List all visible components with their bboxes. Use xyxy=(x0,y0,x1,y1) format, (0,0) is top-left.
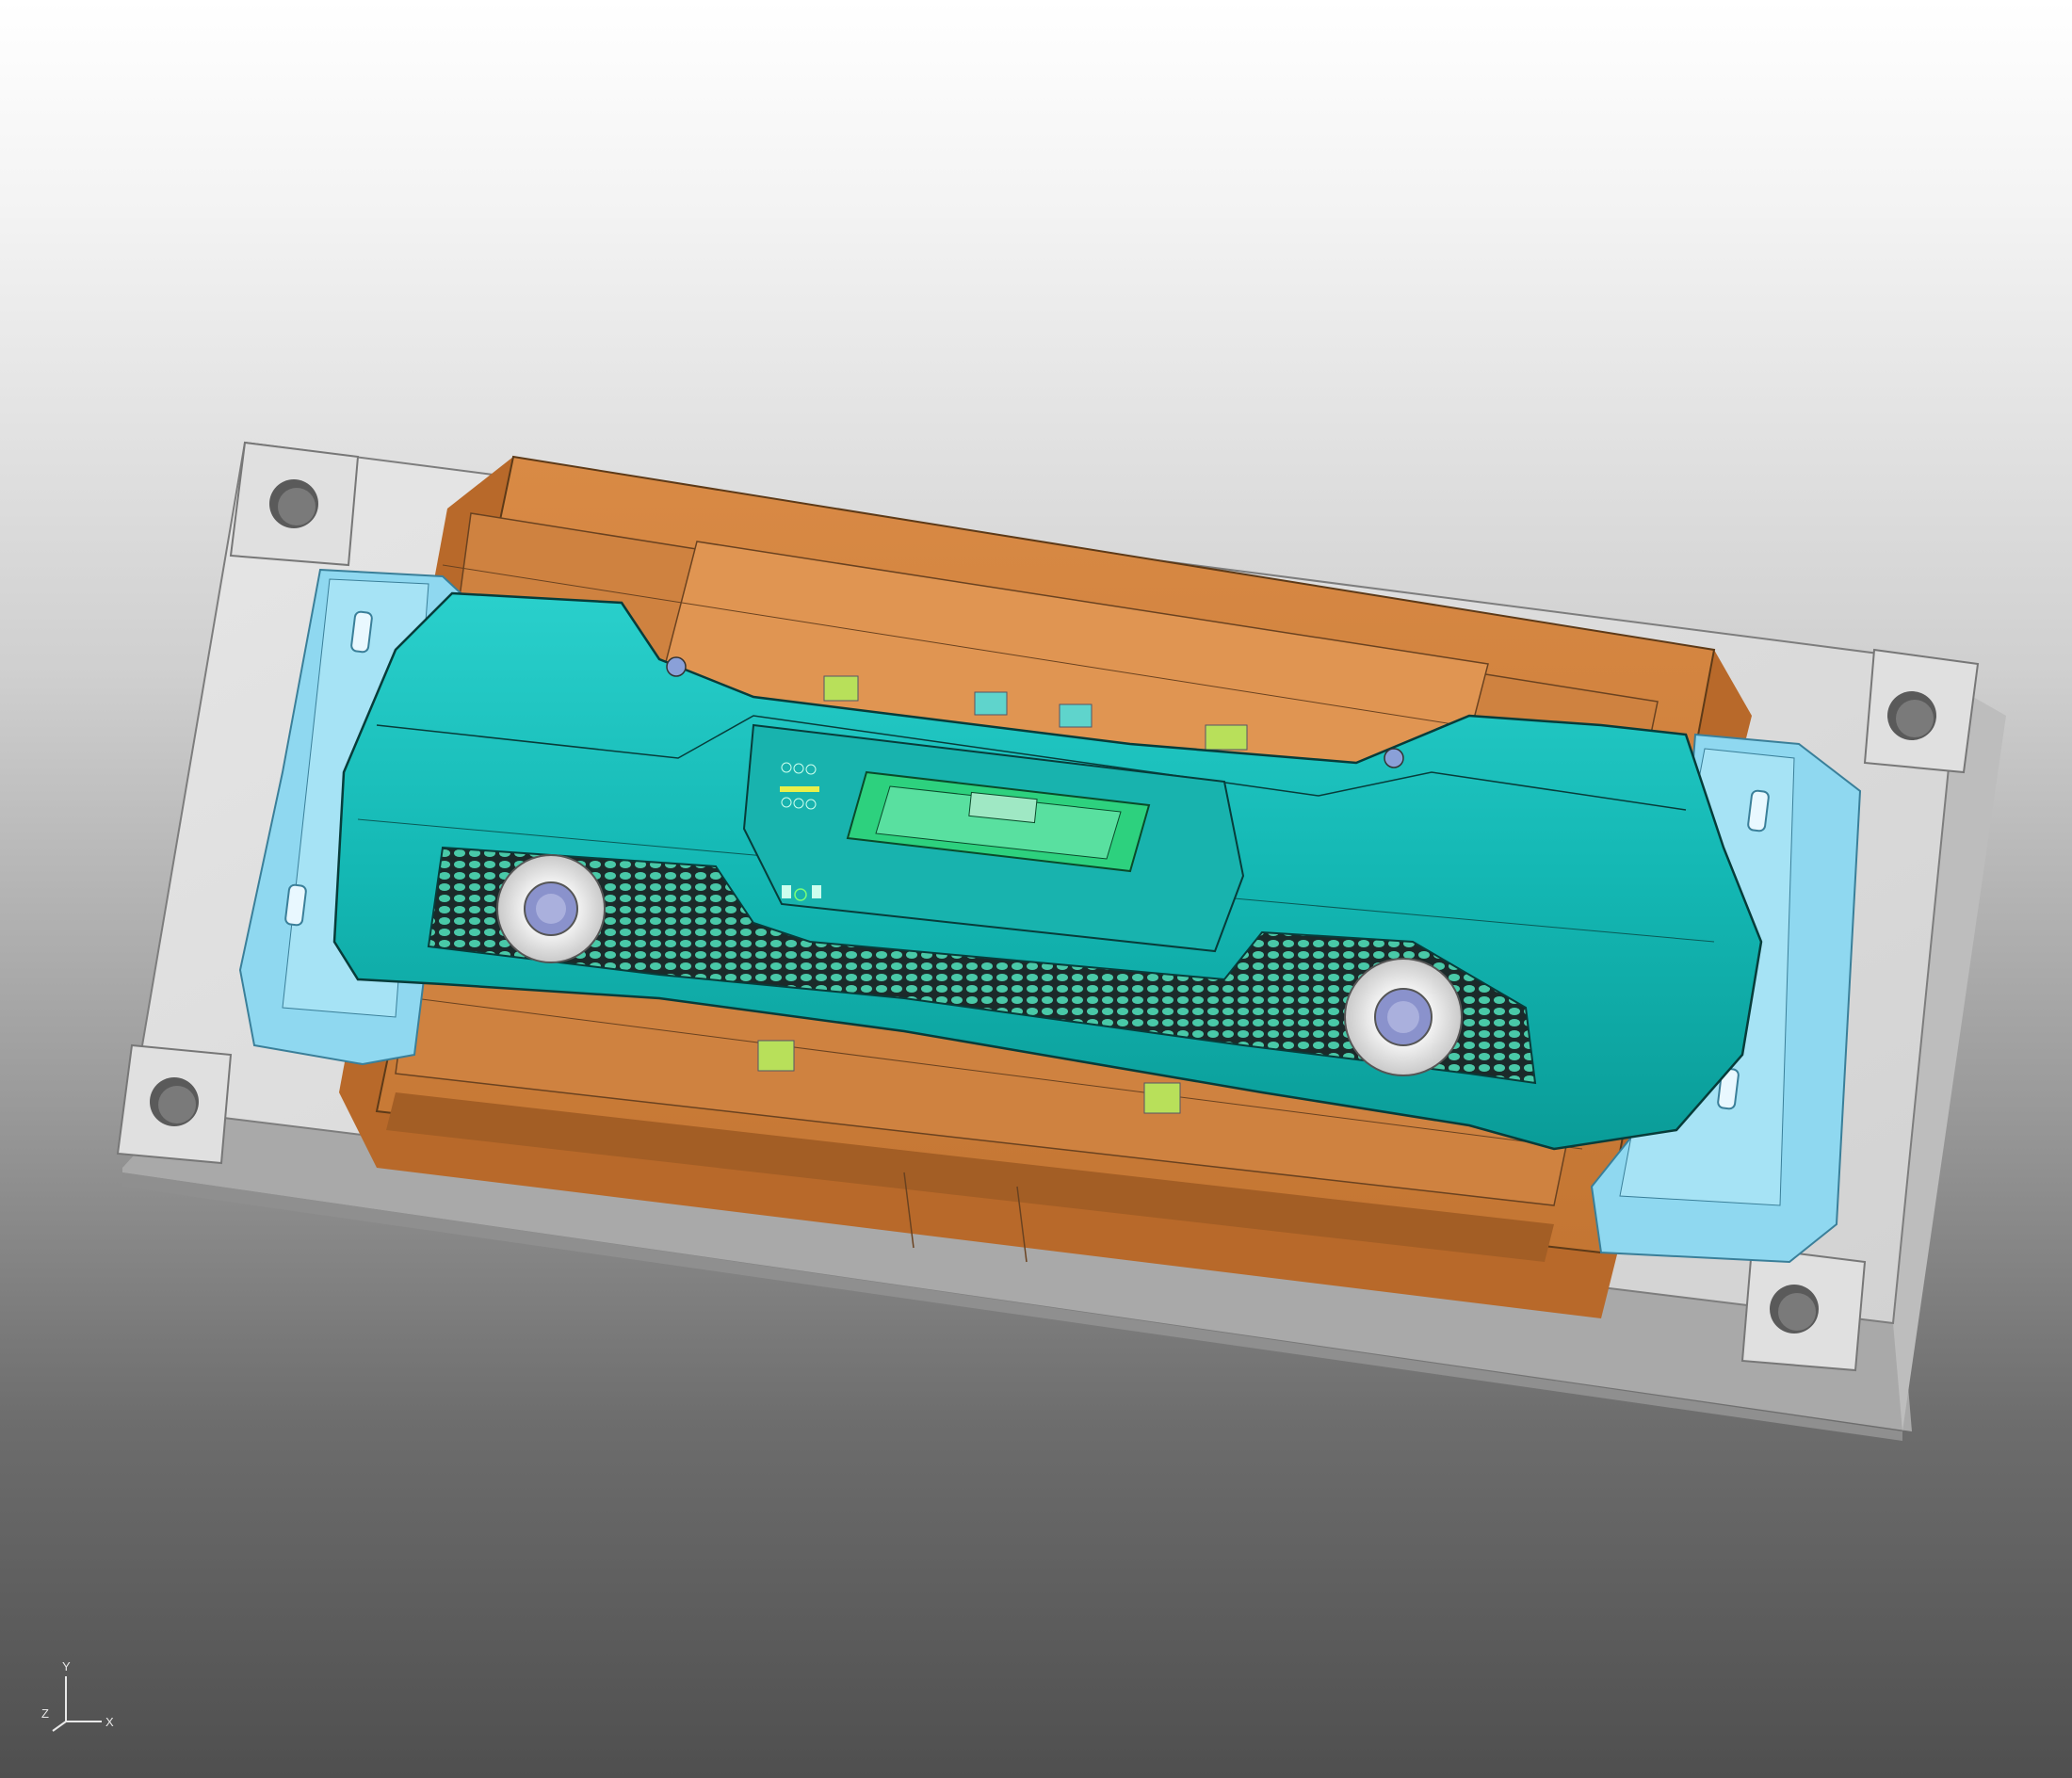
y-axis-label: Y xyxy=(62,1659,71,1673)
corner-boss-bottom-left xyxy=(116,1043,233,1165)
cad-3d-viewport[interactable]: Y X Z xyxy=(0,0,2072,1778)
fog-lamp-left xyxy=(496,854,606,963)
x-axis-label: X xyxy=(105,1715,114,1729)
fog-lamp-right xyxy=(1344,958,1463,1076)
corner-boss-top-right xyxy=(1863,648,1980,774)
corner-boss-bottom-right xyxy=(1740,1246,1867,1372)
z-axis-line xyxy=(52,1721,67,1732)
corner-boss-top-left xyxy=(229,441,360,567)
coordinate-triad: Y X Z xyxy=(41,1659,114,1732)
z-axis-label: Z xyxy=(41,1706,49,1721)
mold-assembly-model[interactable] xyxy=(0,0,2072,1778)
